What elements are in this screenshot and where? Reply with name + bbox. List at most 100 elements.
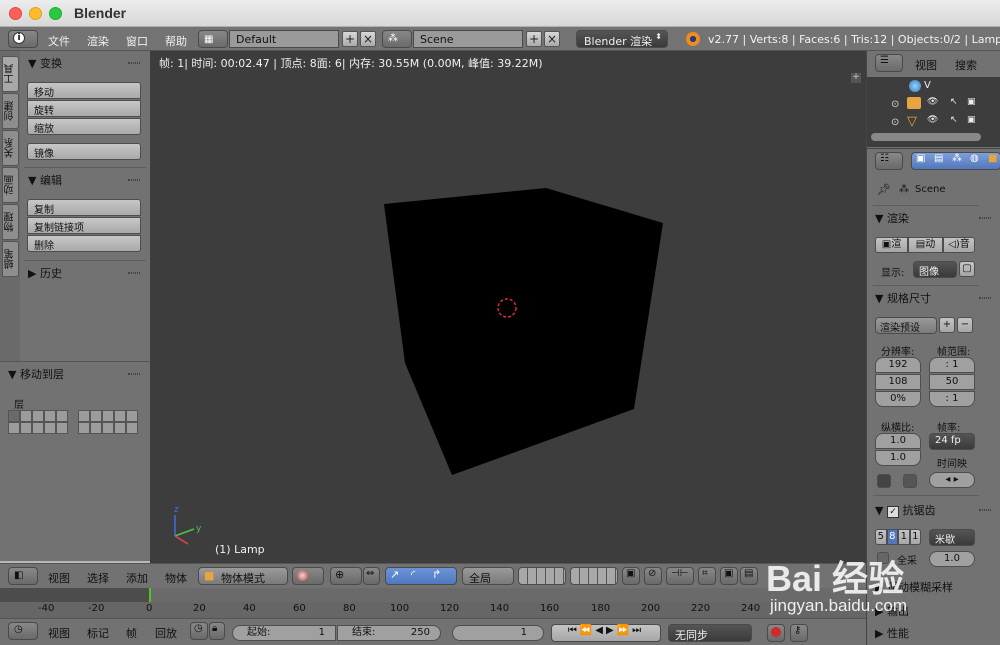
- resolution-percentage-field[interactable]: 0%: [875, 391, 921, 407]
- layers-tab-icon[interactable]: ▤: [934, 153, 943, 164]
- outliner-menu-view[interactable]: 视图: [915, 57, 937, 73]
- render-presets-select[interactable]: 渲染预设: [875, 317, 937, 334]
- scene-selector[interactable]: ⁂: [382, 30, 412, 48]
- editor-type-timeline-button[interactable]: ◷: [8, 622, 38, 640]
- add-preset-button[interactable]: +: [939, 317, 955, 333]
- select-arrow-icon[interactable]: ↖: [950, 115, 958, 125]
- render-panel-header[interactable]: ▼ 渲染: [875, 210, 909, 226]
- outliner[interactable]: V ⊙ 👁︎ ↖ ▣ ⊙ ▽ 👁︎ ↖ ▣: [867, 77, 1000, 147]
- tab-animation[interactable]: 动画: [2, 167, 19, 203]
- tab-grease-pencil[interactable]: 蜡笔: [2, 241, 19, 277]
- layer-buttons-group-1[interactable]: [8, 410, 72, 437]
- history-panel-header[interactable]: ▶ 历史: [28, 265, 62, 281]
- pin-icon[interactable]: 📌︎: [877, 183, 891, 196]
- menu-help[interactable]: 帮助: [165, 33, 187, 49]
- motion-blur-panel-header[interactable]: ▶ 運动模糊采样: [875, 579, 953, 595]
- panel-grip-icon[interactable]: [979, 217, 991, 219]
- proportional-edit-button[interactable]: ⊘: [644, 567, 662, 585]
- outliner-scrollbar[interactable]: [871, 133, 981, 141]
- editor-type-properties-button[interactable]: ☷: [875, 152, 903, 170]
- output-panel-header[interactable]: ▶ 输出: [875, 603, 909, 619]
- start-frame-field[interactable]: 起始: 1: [232, 625, 336, 641]
- mirror-button[interactable]: 镜像: [27, 143, 141, 160]
- layer-buttons-b[interactable]: [570, 567, 618, 585]
- dimensions-panel-header[interactable]: ▼ 规格尺寸: [875, 290, 931, 306]
- viewport-shading-select[interactable]: [292, 567, 324, 585]
- close-window-button[interactable]: [9, 7, 22, 20]
- time-remap-fields[interactable]: ◂ ▸: [929, 472, 975, 488]
- scene-tab-icon[interactable]: ⁂: [952, 153, 962, 164]
- translate-button[interactable]: 移动: [27, 82, 141, 99]
- tab-create[interactable]: 创建: [2, 93, 19, 129]
- aa-sample-5[interactable]: 5: [875, 529, 887, 545]
- aa-filter-size-field[interactable]: 1.0: [929, 551, 975, 567]
- playback-controls[interactable]: ⏮⏪◀▶⏩⏭: [551, 624, 661, 642]
- performance-panel-header[interactable]: ▶ 性能: [875, 625, 909, 641]
- render-image-button[interactable]: ▣渲: [875, 237, 908, 253]
- expand-icon[interactable]: ⊙: [891, 99, 899, 110]
- property-context-tabs[interactable]: ▣ ▤ ⁂ ◍ ■: [911, 152, 1000, 170]
- visibility-eye-icon[interactable]: 👁︎: [927, 115, 938, 125]
- render-tab-icon[interactable]: ▣: [916, 153, 925, 164]
- antialiasing-checkbox[interactable]: ✓: [886, 506, 899, 518]
- object-tab-icon[interactable]: ■: [988, 153, 997, 164]
- translate-manipulator-icon[interactable]: ↗: [390, 568, 399, 581]
- layer-buttons-group-2[interactable]: [78, 410, 142, 437]
- outliner-menu-search[interactable]: 搜索: [955, 57, 977, 73]
- add-scene-button[interactable]: +: [526, 31, 542, 47]
- lock-range-button[interactable]: 🔒︎: [209, 622, 225, 640]
- panel-grip-icon[interactable]: [979, 297, 991, 299]
- border-checkbox[interactable]: [877, 474, 891, 488]
- resolution-y-field[interactable]: 108: [875, 374, 921, 390]
- delete-button[interactable]: 删除: [27, 235, 141, 252]
- visibility-eye-icon[interactable]: 👁︎: [927, 97, 938, 107]
- scale-manipulator-icon[interactable]: ↱: [432, 568, 441, 581]
- current-frame-field[interactable]: 1: [452, 625, 544, 641]
- delete-scene-button[interactable]: ×: [544, 31, 560, 47]
- render-animation-opengl-button[interactable]: ▤: [740, 567, 758, 585]
- delete-layout-button[interactable]: ×: [360, 31, 376, 47]
- select-arrow-icon[interactable]: ↖: [950, 97, 958, 107]
- keying-set-button[interactable]: ⚷: [790, 624, 808, 642]
- render-animation-button[interactable]: ▤动: [908, 237, 943, 253]
- render-camera-icon[interactable]: ▣: [967, 115, 976, 125]
- cube-object[interactable]: [384, 188, 663, 475]
- screen-layout-selector[interactable]: ▦: [198, 30, 228, 48]
- crop-checkbox[interactable]: [903, 474, 917, 488]
- render-camera-icon[interactable]: ▣: [967, 97, 976, 107]
- object-mode-select[interactable]: ■ 物体模式: [198, 567, 288, 585]
- menu-render[interactable]: 渲染: [87, 33, 109, 49]
- current-frame-marker[interactable]: [149, 588, 151, 602]
- full-sample-checkbox[interactable]: [877, 552, 889, 564]
- timeline-scrollbar[interactable]: [0, 588, 866, 602]
- render-engine-select[interactable]: Blender 渲染 ⬍: [576, 30, 668, 48]
- timeline-menu-view[interactable]: 视图: [48, 625, 70, 641]
- editor-type-button[interactable]: i: [8, 30, 38, 48]
- panel-grip-icon[interactable]: [128, 179, 140, 181]
- remove-preset-button[interactable]: −: [957, 317, 973, 333]
- menu-add[interactable]: 添加: [126, 570, 148, 586]
- editor-type-outliner-button[interactable]: ☰: [875, 54, 903, 72]
- rotate-button[interactable]: 旋转: [27, 100, 141, 117]
- layer-lock-button[interactable]: ▣: [622, 567, 640, 585]
- antialiasing-panel-header[interactable]: ▼ ✓ 抗锯齿: [875, 502, 935, 518]
- rotate-manipulator-icon[interactable]: ◜: [411, 568, 415, 581]
- aa-samples-buttons[interactable]: 5 8 1 1: [875, 529, 921, 546]
- timeline-area[interactable]: -40 -20 0 20 40 60 80 100 120 140 160 18…: [0, 588, 866, 618]
- tab-tools[interactable]: 工具: [2, 56, 19, 92]
- world-tab-icon[interactable]: ◍: [970, 153, 979, 164]
- panel-grip-icon[interactable]: [128, 62, 140, 64]
- edit-panel-header[interactable]: ▼ 编辑: [28, 172, 62, 188]
- aa-sample-11[interactable]: 1: [898, 529, 910, 545]
- menu-file[interactable]: 文件: [48, 33, 70, 49]
- aa-sample-8[interactable]: 8: [886, 529, 898, 545]
- render-audio-button[interactable]: ◁)音: [943, 237, 975, 253]
- snap-element-select[interactable]: ⊣⊢: [666, 567, 694, 585]
- move-to-layer-header[interactable]: ▼ 移动到层: [8, 366, 64, 382]
- screen-layout-field[interactable]: Default: [229, 30, 339, 48]
- tab-relations[interactable]: 关系: [2, 130, 19, 166]
- 3d-viewport[interactable]: 帧: 1| 时间: 00:02.47 | 顶点: 8面: 6| 内存: 30.5…: [150, 51, 866, 563]
- expand-icon[interactable]: ⊙: [891, 117, 899, 128]
- panel-grip-icon[interactable]: [128, 272, 140, 274]
- pivot-point-select[interactable]: ⊕: [330, 567, 362, 585]
